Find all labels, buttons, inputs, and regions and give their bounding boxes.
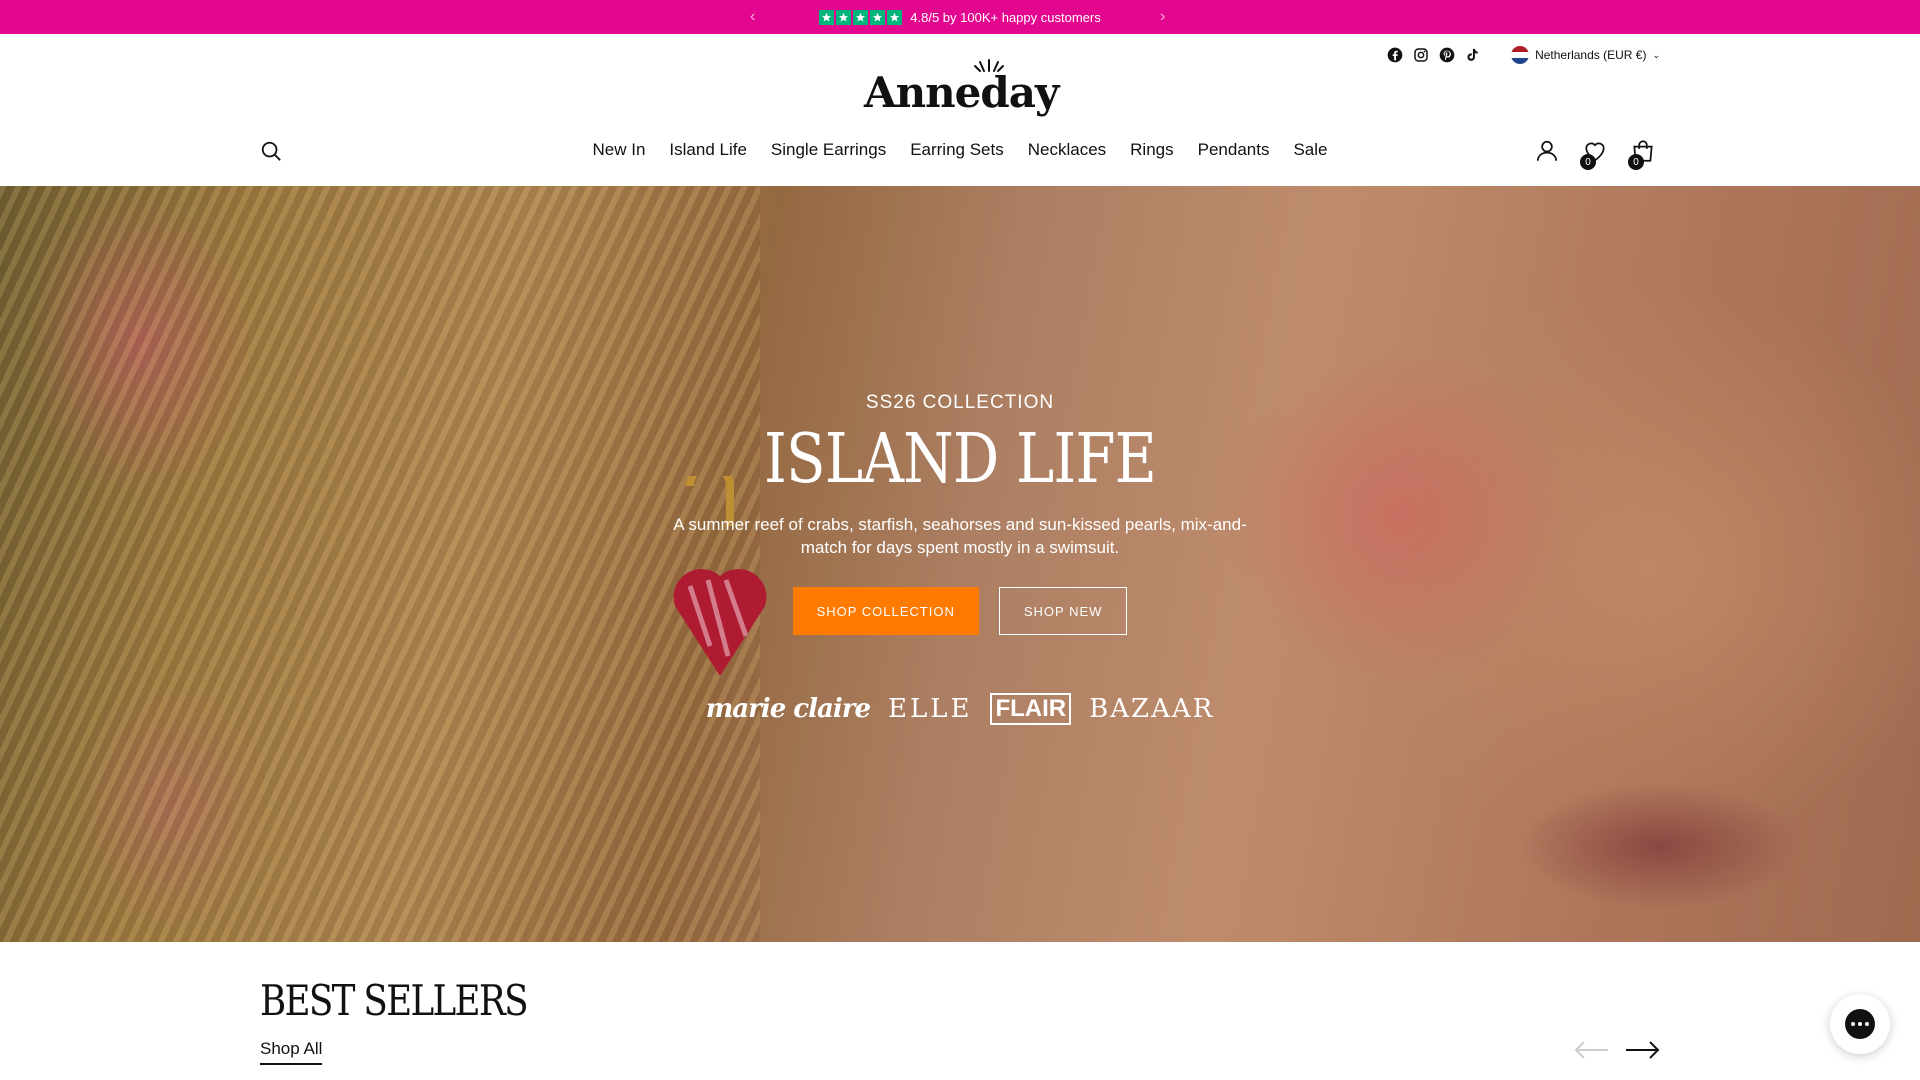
account-button[interactable] — [1534, 138, 1560, 164]
chat-widget-button[interactable] — [1830, 994, 1890, 1054]
chevron-right-icon[interactable]: › — [1160, 8, 1165, 26]
cart-count-badge: 0 — [1628, 154, 1644, 170]
country-label: Netherlands (EUR €) — [1535, 48, 1647, 62]
instagram-icon[interactable] — [1413, 47, 1429, 63]
nav-pendants[interactable]: Pendants — [1198, 140, 1270, 160]
nav-necklaces[interactable]: Necklaces — [1028, 140, 1106, 160]
chat-icon — [1845, 1009, 1875, 1039]
press-logos: marie claire ELLE FLAIR BAZAAR — [0, 693, 1920, 725]
chevron-left-icon[interactable]: ‹ — [750, 8, 755, 26]
sun-rays-icon — [974, 59, 1004, 72]
arrow-right-icon[interactable] — [1624, 1040, 1660, 1060]
trustpilot-stars — [819, 9, 903, 25]
nav-rings[interactable]: Rings — [1130, 140, 1173, 160]
wishlist-button[interactable]: 0 — [1580, 138, 1608, 170]
shop-all-link[interactable]: Shop All — [260, 1039, 323, 1065]
header-actions: 0 0 — [1534, 138, 1656, 170]
header-utility: Netherlands (EUR €) ⌄ — [1387, 46, 1660, 64]
pinterest-icon[interactable] — [1439, 47, 1455, 63]
chevron-down-icon: ⌄ — [1652, 49, 1660, 60]
star-icon — [836, 9, 852, 25]
nav-earring-sets[interactable]: Earring Sets — [910, 140, 1004, 160]
star-icon — [887, 9, 903, 25]
netherlands-flag-icon — [1511, 46, 1530, 64]
cart-button[interactable]: 0 — [1628, 138, 1656, 170]
press-logo-marie-claire: marie claire — [705, 694, 871, 724]
facebook-icon[interactable] — [1387, 47, 1403, 63]
hero-content: SS26 COLLECTION ISLAND LIFE A summer ree… — [0, 392, 1920, 725]
hero-buttons: SHOP COLLECTION SHOP NEW — [0, 587, 1920, 635]
hero-title: ISLAND LIFE — [763, 420, 1157, 499]
rating-text[interactable]: 4.8/5 by 100K+ happy customers — [910, 10, 1100, 25]
best-sellers-section: BEST SELLERS Shop All — [260, 976, 574, 1065]
press-logo-bazaar: BAZAAR — [1089, 694, 1215, 724]
nav-sale[interactable]: Sale — [1293, 140, 1327, 160]
nav-single-earrings[interactable]: Single Earrings — [771, 140, 886, 160]
nav-island-life[interactable]: Island Life — [669, 140, 747, 160]
wishlist-count-badge: 0 — [1580, 154, 1596, 170]
star-icon — [819, 9, 835, 25]
site-header: Netherlands (EUR €) ⌄ Anneday New In Isl… — [0, 34, 1920, 186]
shop-collection-button[interactable]: SHOP COLLECTION — [792, 587, 979, 635]
social-links — [1387, 47, 1481, 63]
press-logo-flair: FLAIR — [990, 693, 1072, 725]
user-icon — [1536, 140, 1558, 161]
announcement-bar: ‹ 4.8/5 by 100K+ happy customers › — [0, 0, 1920, 34]
hero-description: A summer reef of crabs, starfish, seahor… — [673, 515, 1247, 557]
site-logo[interactable]: Anneday — [864, 59, 1059, 124]
press-logo-elle: ELLE — [887, 694, 973, 724]
hero-eyebrow: SS26 COLLECTION — [865, 392, 1055, 413]
tiktok-icon[interactable] — [1465, 47, 1481, 63]
country-selector[interactable]: Netherlands (EUR €) ⌄ — [1511, 46, 1660, 64]
star-icon — [870, 9, 886, 25]
carousel-controls — [1574, 1040, 1660, 1060]
nav-new-in[interactable]: New In — [592, 140, 645, 160]
arrow-left-icon[interactable] — [1574, 1040, 1610, 1060]
star-icon — [853, 9, 869, 25]
hero-banner: SS26 COLLECTION ISLAND LIFE A summer ree… — [0, 186, 1920, 942]
shop-new-button[interactable]: SHOP NEW — [998, 587, 1128, 635]
logo-text: Anneday — [864, 68, 1059, 117]
best-sellers-title: BEST SELLERS — [260, 976, 529, 1025]
